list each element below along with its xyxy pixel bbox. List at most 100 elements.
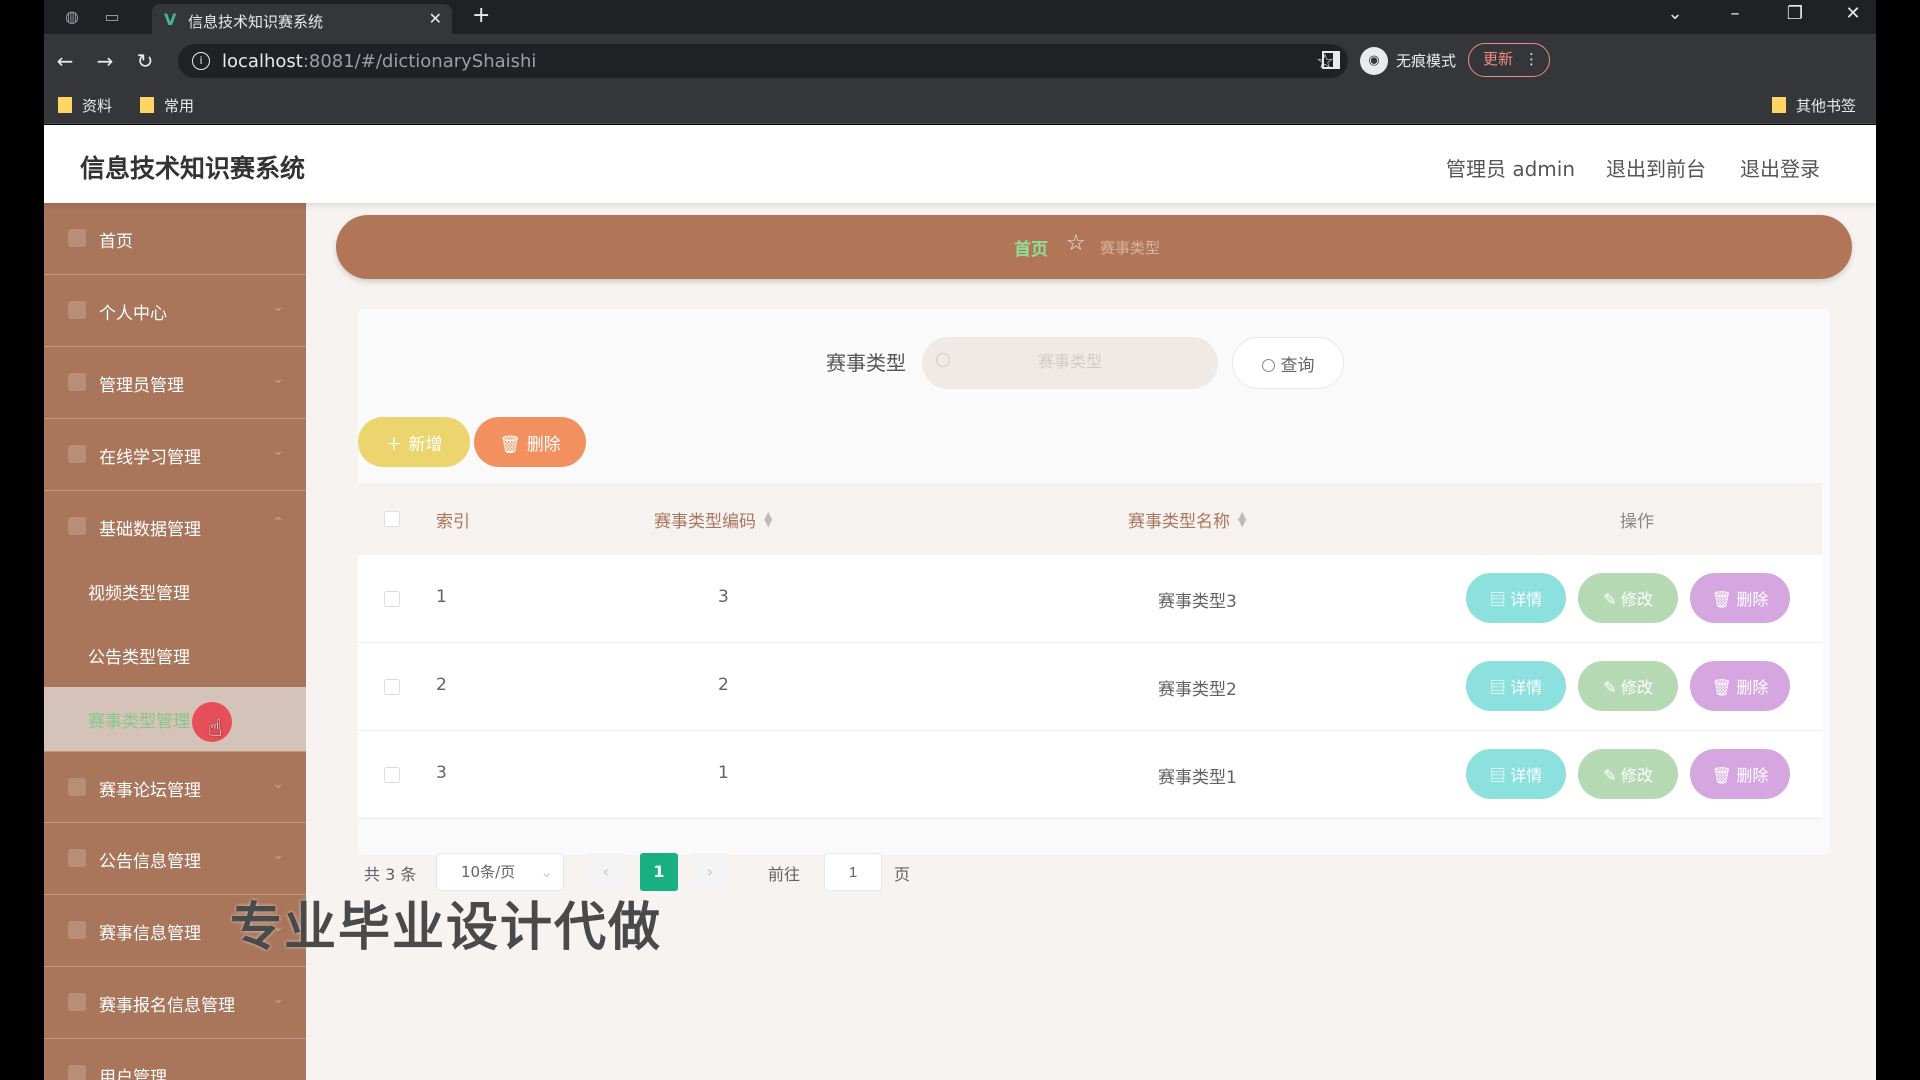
folder-icon: [1772, 97, 1786, 113]
minimize-icon[interactable]: –: [1720, 3, 1750, 24]
forward-icon[interactable]: →: [92, 49, 118, 73]
sidebar-subitem-video-types[interactable]: 视频类型管理: [44, 559, 306, 623]
plus-icon: ＋: [385, 434, 403, 454]
new-tab-icon[interactable]: +: [472, 3, 490, 28]
sidebar-item-label: 赛事信息管理: [99, 924, 201, 944]
tab-group-icon[interactable]: ▭: [100, 6, 124, 28]
sidebar-subitem-notice-types[interactable]: 公告类型管理: [44, 623, 306, 687]
more-menu-icon[interactable]: ⋮: [1524, 44, 1539, 75]
add-button-label: 新增: [408, 434, 443, 454]
column-header-label: 赛事类型编码: [654, 512, 756, 532]
column-header-index: 索引: [436, 512, 470, 532]
chevron-down-icon: ⌄: [272, 776, 284, 792]
url-text: localhost:8081/#/dictionaryShaishi: [222, 51, 536, 72]
folder-icon: [140, 97, 154, 113]
delete-label: 删除: [1736, 768, 1769, 785]
column-header-label: 赛事类型名称: [1128, 512, 1230, 532]
sidebar-item-profile[interactable]: 个人中心 ⌄: [44, 275, 306, 347]
sidebar-item-label: 个人中心: [99, 304, 167, 324]
bookmark-folder-2[interactable]: 常用: [140, 95, 194, 116]
breadcrumb: 首页 ☆ 赛事类型: [336, 215, 1852, 279]
delete-row-button[interactable]: 🗑 删除: [1690, 573, 1790, 623]
table-row: 3 1 赛事类型1 ▤ 详情 ✎ 修改 🗑 删除: [358, 731, 1822, 819]
exit-to-front-link[interactable]: 退出到前台: [1606, 153, 1706, 182]
address-bar[interactable]: i localhost:8081/#/dictionaryShaishi ☆: [178, 44, 1348, 78]
edit-button[interactable]: ✎ 修改: [1578, 749, 1678, 799]
sidebar-item-forum[interactable]: 赛事论坛管理 ⌄: [44, 751, 306, 823]
chevron-down-icon: ⌄: [272, 847, 284, 863]
detail-button[interactable]: ▤ 详情: [1466, 573, 1566, 623]
sidebar-item-registrations[interactable]: 赛事报名信息管理 ⌄: [44, 967, 306, 1039]
star-icon: ☆: [1066, 231, 1086, 256]
select-all-checkbox[interactable]: [384, 511, 400, 527]
detail-button[interactable]: ▤ 详情: [1466, 661, 1566, 711]
search-input[interactable]: [922, 337, 1218, 389]
add-button[interactable]: ＋新增: [358, 417, 470, 467]
notice-icon: [68, 849, 86, 867]
user-icon: [68, 301, 86, 319]
window-close-icon[interactable]: ✕: [1838, 3, 1868, 24]
sidebar-item-basic-data[interactable]: 基础数据管理 ⌃: [44, 491, 306, 563]
sidebar-subitem-label: 赛事类型管理: [88, 712, 190, 732]
other-bookmarks[interactable]: 其他书签: [1772, 95, 1856, 116]
pagination-total: 共 3 条: [364, 865, 417, 884]
sort-icon[interactable]: ▲ ▼: [1238, 510, 1246, 528]
back-icon[interactable]: ←: [52, 49, 78, 73]
edit-button[interactable]: ✎ 修改: [1578, 573, 1678, 623]
update-button[interactable]: 更新 ⋮: [1468, 43, 1550, 77]
search-icon: [1261, 358, 1275, 372]
sort-icon[interactable]: ▲ ▼: [764, 510, 772, 528]
query-button-label: 查询: [1280, 355, 1315, 375]
sidebar-item-home[interactable]: 首页: [44, 203, 306, 275]
folder-icon: [58, 97, 72, 113]
cell-code: 2: [718, 675, 729, 695]
app-header: 信息技术知识赛系统 管理员 admin 退出到前台 退出登录: [44, 125, 1876, 203]
current-user: 管理员 admin: [1446, 157, 1576, 181]
detail-label: 详情: [1510, 680, 1543, 697]
cell-name: 赛事类型2: [1158, 680, 1237, 700]
batch-delete-button[interactable]: 🗑 删除: [474, 417, 586, 467]
goto-page-input[interactable]: [824, 853, 882, 891]
side-panel-icon[interactable]: [1322, 51, 1340, 69]
other-bookmarks-label: 其他书签: [1796, 97, 1857, 115]
sidebar-subitem-event-types[interactable]: 赛事类型管理 ☝: [44, 687, 306, 751]
breadcrumb-home[interactable]: 首页: [1014, 235, 1048, 260]
data-table: 索引 赛事类型编码 ▲ ▼ 赛事类型名称 ▲ ▼ 操作 1 3 赛事类型3 ▤ 详情 ✎…: [358, 483, 1822, 819]
row-checkbox[interactable]: [384, 767, 400, 783]
column-header-code[interactable]: 赛事类型编码 ▲ ▼: [654, 507, 772, 532]
row-checkbox[interactable]: [384, 591, 400, 607]
chevron-down-icon: ⌄: [272, 991, 284, 1007]
hand-cursor-icon: ☝: [208, 714, 223, 742]
reload-icon[interactable]: ↻: [132, 49, 158, 73]
site-info-icon[interactable]: i: [192, 52, 210, 70]
row-checkbox[interactable]: [384, 679, 400, 695]
page-size-value: 10条/页: [461, 863, 516, 881]
incognito-icon[interactable]: ◉: [1360, 47, 1388, 75]
restore-icon[interactable]: ❐: [1780, 3, 1810, 24]
sidebar-item-learning[interactable]: 在线学习管理 ⌄: [44, 419, 306, 491]
detail-button[interactable]: ▤ 详情: [1466, 749, 1566, 799]
query-button[interactable]: 查询: [1232, 337, 1344, 389]
incognito-label: 无痕模式: [1396, 52, 1457, 70]
search-label: 赛事类型: [826, 351, 906, 375]
cell-index: 1: [436, 587, 447, 607]
delete-row-button[interactable]: 🗑 删除: [1690, 749, 1790, 799]
sidebar-item-label: 赛事报名信息管理: [99, 996, 235, 1016]
sidebar-subitem-label: 视频类型管理: [88, 584, 190, 604]
page-suffix: 页: [894, 865, 911, 884]
watermark-overlay: 专业毕业设计代做: [230, 898, 663, 958]
tab-list-icon[interactable]: ⌄: [1660, 3, 1690, 24]
bookmark-folder-1[interactable]: 资料: [58, 95, 112, 116]
next-page-button[interactable]: ›: [692, 853, 728, 891]
edit-button[interactable]: ✎ 修改: [1578, 661, 1678, 711]
browser-tab-active[interactable]: V 信息技术知识赛系统 ✕: [152, 4, 452, 34]
goto-label: 前往: [768, 865, 801, 884]
logout-link[interactable]: 退出登录: [1740, 153, 1820, 182]
delete-row-button[interactable]: 🗑 删除: [1690, 661, 1790, 711]
tab-search-icon[interactable]: ◍: [60, 6, 84, 28]
tab-close-icon[interactable]: ✕: [429, 9, 442, 28]
sidebar-item-users[interactable]: 用户管理: [44, 1039, 306, 1080]
bookmark-label: 常用: [164, 97, 195, 115]
column-header-name[interactable]: 赛事类型名称 ▲ ▼: [1128, 507, 1246, 532]
sidebar-item-admins[interactable]: 管理员管理 ⌄: [44, 347, 306, 419]
